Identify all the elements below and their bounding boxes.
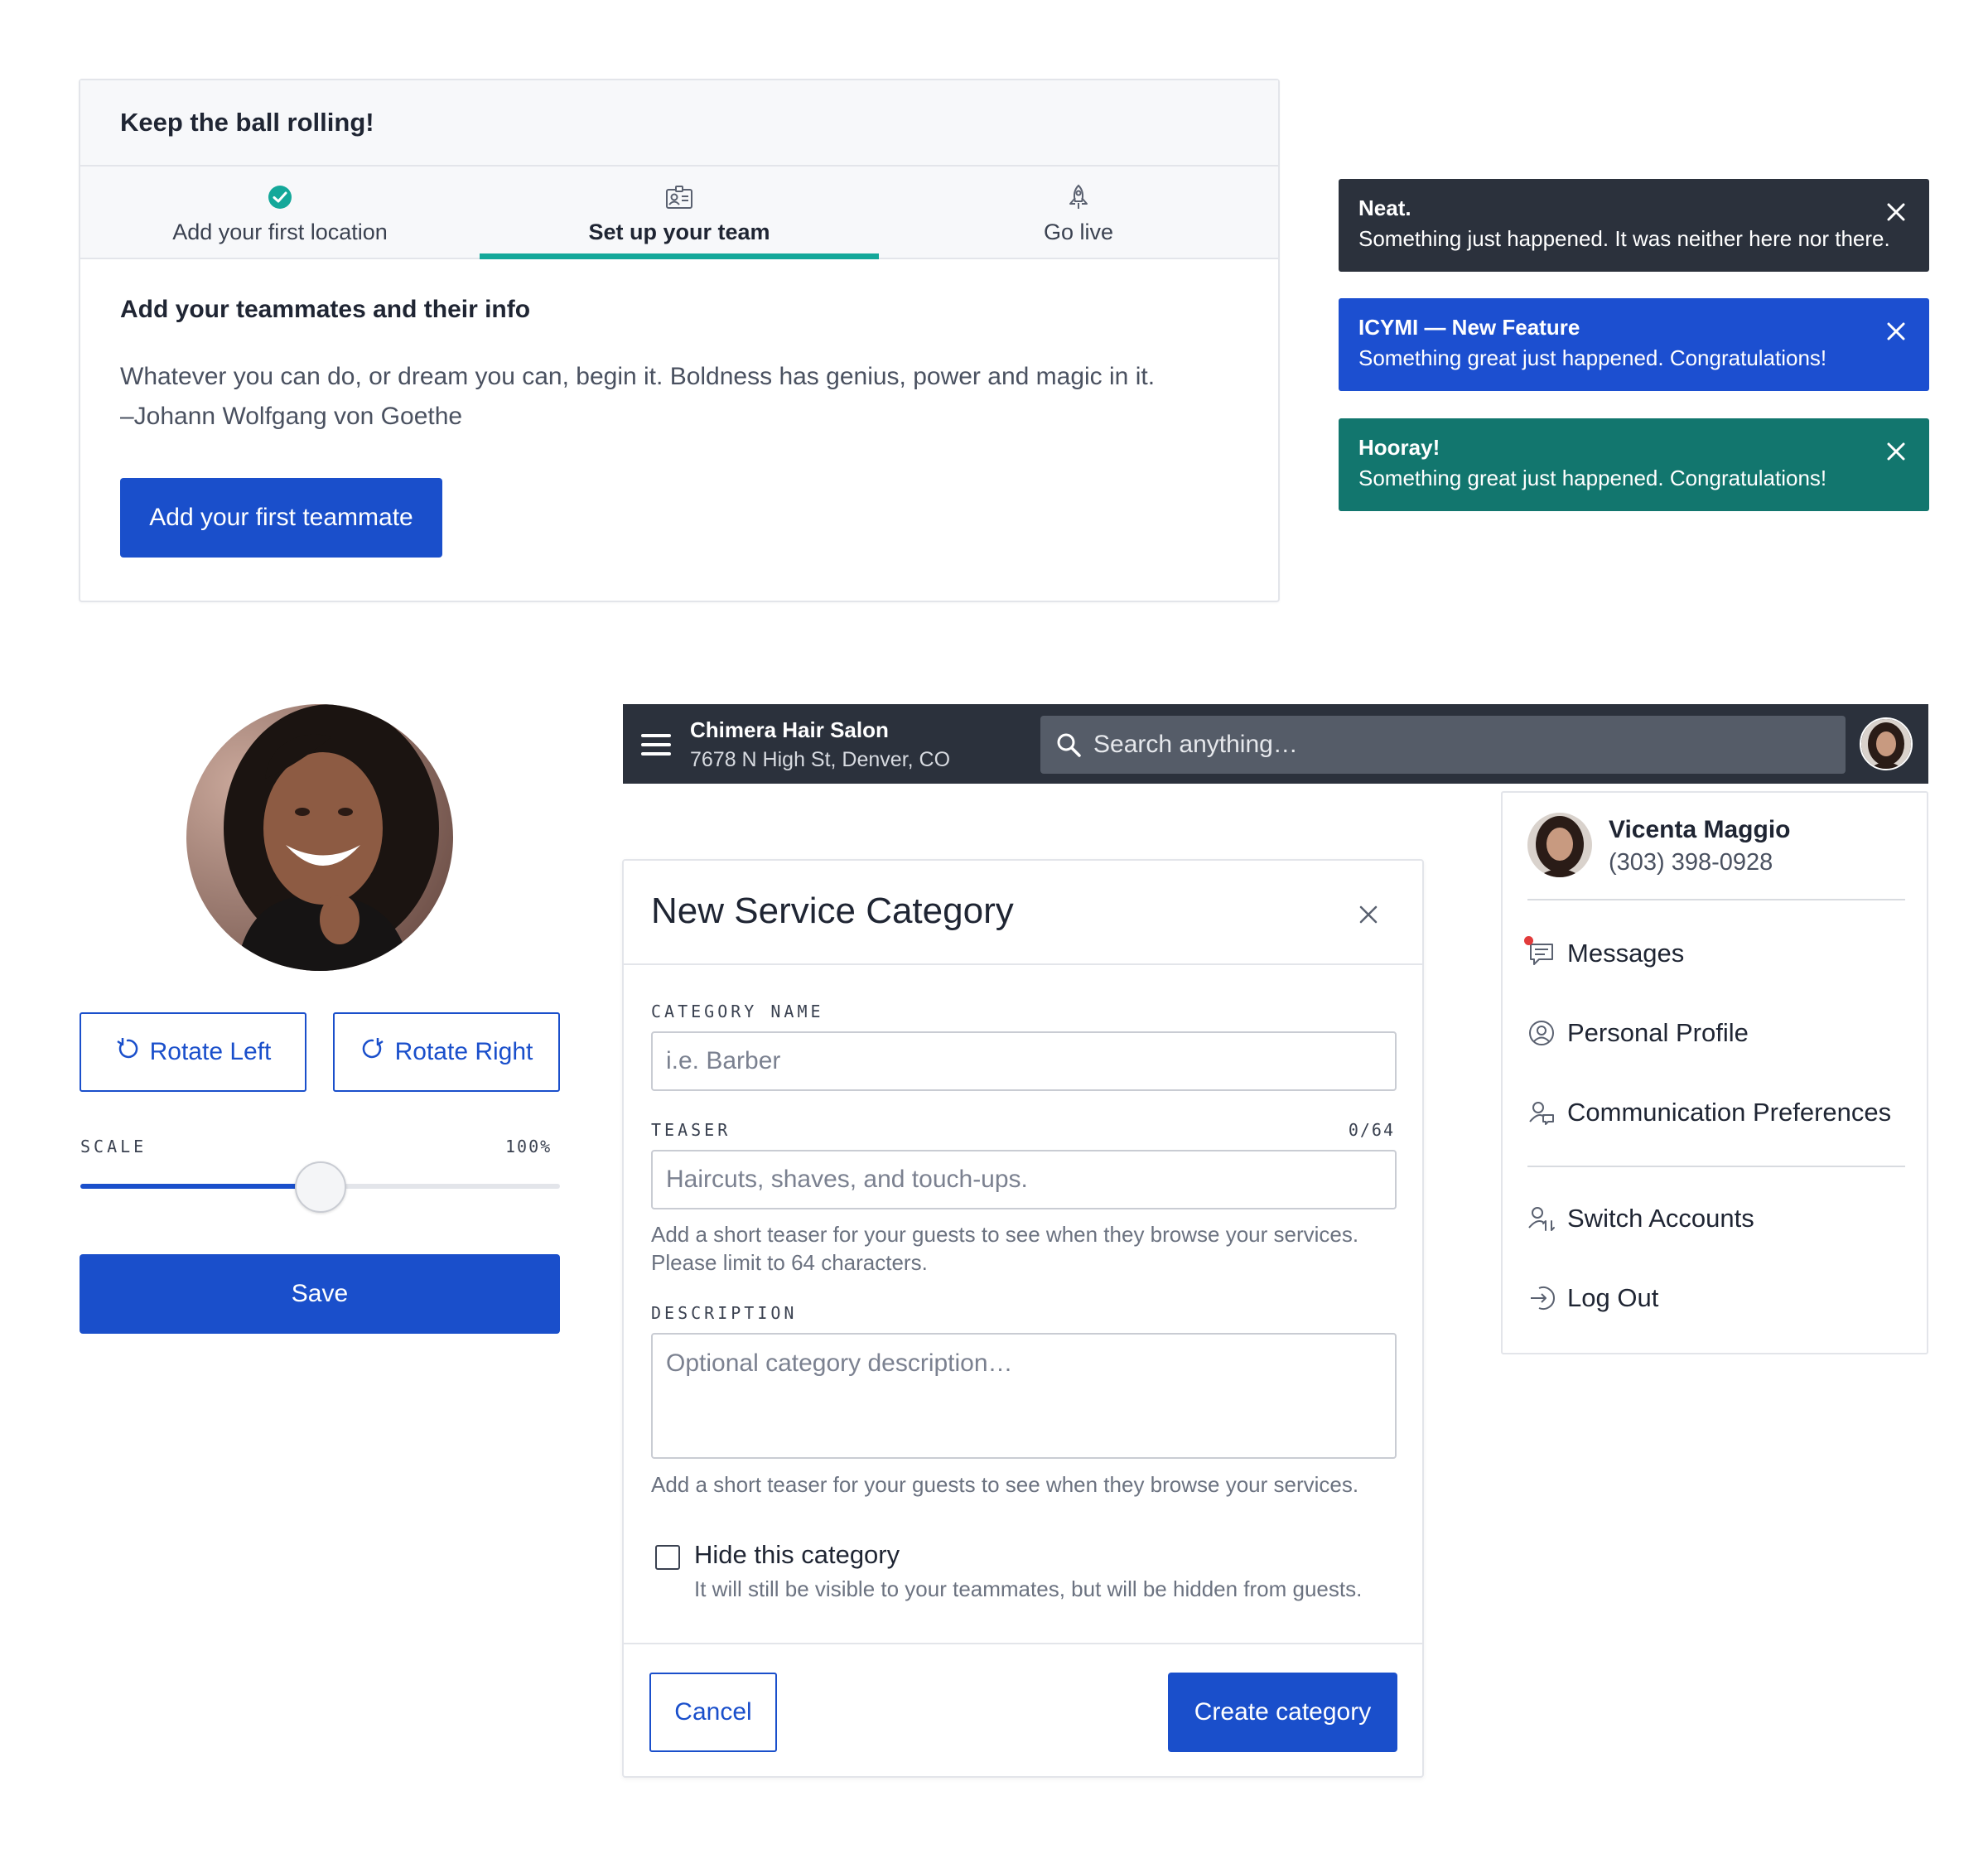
menu-item-label: Log Out: [1567, 1283, 1659, 1312]
toast-title: ICYMI — New Feature: [1358, 315, 1580, 340]
quote-text: Whatever you can do, or dream you can, b…: [120, 363, 1156, 390]
create-category-button[interactable]: Create category: [1168, 1673, 1397, 1752]
onboarding-title: Keep the ball rolling!: [80, 80, 1278, 167]
close-icon[interactable]: [1886, 202, 1908, 224]
step-label: Add your first location: [172, 220, 388, 244]
business-name[interactable]: Chimera Hair Salon: [690, 717, 889, 743]
close-icon[interactable]: [1359, 905, 1378, 924]
step-add-location[interactable]: Add your first location: [80, 167, 480, 258]
search-input[interactable]: Search anything…: [1040, 716, 1846, 774]
menu-item-log-out[interactable]: Log Out: [1527, 1283, 1658, 1313]
business-address: 7678 N High St, Denver, CO: [690, 748, 951, 771]
description-label: DESCRIPTION: [651, 1303, 798, 1323]
toast-title: Hooray!: [1358, 435, 1440, 460]
teaser-help-line-1: Add a short teaser for your guests to se…: [651, 1222, 1359, 1247]
onboarding-heading: Add your teammates and their info: [120, 296, 531, 323]
menu-item-personal-profile[interactable]: Personal Profile: [1527, 1018, 1749, 1048]
toast-neat: Neat. Something just happened. It was ne…: [1339, 179, 1929, 272]
menu-item-label: Messages: [1567, 939, 1685, 968]
account-dropdown-menu: Vicenta Maggio (303) 398-0928 Messages P…: [1501, 791, 1928, 1354]
menu-divider: [1527, 899, 1905, 900]
onboarding-steps: Add your first location Set up your team…: [80, 167, 1278, 259]
hamburger-menu-icon[interactable]: [641, 734, 671, 756]
toast-title: Neat.: [1358, 196, 1411, 220]
new-service-category-modal: New Service Category CATEGORY NAME i.e. …: [622, 859, 1424, 1778]
communication-icon: [1527, 1098, 1556, 1127]
search-placeholder: Search anything…: [1093, 731, 1298, 758]
category-name-placeholder: i.e. Barber: [666, 1047, 781, 1074]
hide-category-checkbox[interactable]: [655, 1545, 680, 1570]
toast-message: Something great just happened. Congratul…: [1358, 466, 1827, 490]
scale-slider-fill: [80, 1184, 321, 1189]
account-phone: (303) 398-0928: [1609, 849, 1773, 876]
rotate-right-icon: [360, 1036, 385, 1068]
menu-item-communication-preferences[interactable]: Communication Preferences: [1527, 1098, 1891, 1127]
description-textarea[interactable]: Optional category description…: [651, 1333, 1397, 1459]
logout-icon: [1527, 1284, 1556, 1312]
toast-hooray: Hooray! Something great just happened. C…: [1339, 418, 1929, 511]
hide-category-label[interactable]: Hide this category: [694, 1540, 900, 1570]
search-icon: [1055, 731, 1082, 758]
teaser-input[interactable]: Haircuts, shaves, and touch-ups.: [651, 1150, 1397, 1209]
modal-title: New Service Category: [651, 891, 1014, 931]
toast-icymi: ICYMI — New Feature Something great just…: [1339, 298, 1929, 391]
step-set-up-team[interactable]: Set up your team: [480, 167, 879, 259]
teaser-help-line-2: Please limit to 64 characters.: [651, 1250, 928, 1275]
close-icon[interactable]: [1886, 321, 1908, 343]
menu-item-messages[interactable]: Messages: [1524, 936, 1685, 968]
teaser-placeholder: Haircuts, shaves, and touch-ups.: [666, 1166, 1028, 1193]
scale-value: 100%: [505, 1137, 552, 1156]
cancel-button[interactable]: Cancel: [649, 1673, 777, 1752]
rocket-icon: [1064, 183, 1093, 211]
messages-icon: [1524, 936, 1556, 968]
step-label: Set up your team: [588, 220, 770, 244]
user-avatar[interactable]: [1860, 717, 1913, 770]
switch-accounts-icon: [1527, 1205, 1556, 1233]
avatar-photo[interactable]: [186, 704, 453, 971]
rotate-right-button[interactable]: Rotate Right: [333, 1012, 560, 1092]
id-card-icon: [665, 183, 693, 211]
account-name: Vicenta Maggio: [1609, 816, 1791, 843]
hide-category-help-text: It will still be visible to your teammat…: [694, 1576, 1363, 1601]
menu-item-label: Personal Profile: [1567, 1018, 1749, 1047]
scale-label: SCALE: [80, 1137, 147, 1156]
rotate-left-label: Rotate Left: [149, 1038, 272, 1065]
onboarding-quote: Whatever you can do, or dream you can, b…: [120, 357, 1197, 437]
account-avatar: [1527, 813, 1592, 877]
category-name-label: CATEGORY NAME: [651, 1002, 824, 1021]
menu-item-label: Communication Preferences: [1567, 1098, 1892, 1127]
step-label: Go live: [1043, 220, 1114, 244]
unread-badge: [1524, 936, 1533, 945]
profile-icon: [1527, 1019, 1556, 1047]
close-icon[interactable]: [1886, 442, 1908, 463]
menu-item-label: Switch Accounts: [1567, 1204, 1754, 1233]
rotate-left-icon: [115, 1036, 140, 1068]
teaser-char-count: 0/64: [1348, 1120, 1395, 1140]
step-go-live[interactable]: Go live: [879, 167, 1278, 258]
onboarding-card: Keep the ball rolling! Add your first lo…: [79, 79, 1280, 602]
menu-divider: [1527, 1166, 1905, 1167]
rotate-right-label: Rotate Right: [394, 1038, 533, 1065]
description-placeholder: Optional category description…: [666, 1349, 1013, 1377]
description-help-text: Add a short teaser for your guests to se…: [651, 1472, 1359, 1497]
toast-message: Something great just happened. Congratul…: [1358, 345, 1827, 370]
rotate-left-button[interactable]: Rotate Left: [80, 1012, 306, 1092]
category-name-input[interactable]: i.e. Barber: [651, 1031, 1397, 1091]
menu-item-switch-accounts[interactable]: Switch Accounts: [1527, 1204, 1754, 1233]
save-button[interactable]: Save: [80, 1254, 560, 1334]
teaser-label: TEASER: [651, 1120, 731, 1140]
scale-slider-handle[interactable]: [294, 1161, 346, 1213]
modal-footer-divider: [624, 1643, 1422, 1644]
toast-message: Something just happened. It was neither …: [1358, 226, 1890, 251]
quote-author: –Johann Wolfgang von Goethe: [120, 403, 463, 430]
add-first-teammate-button[interactable]: Add your first teammate: [120, 478, 442, 558]
check-circle-icon: [266, 183, 294, 211]
teaser-help-text: Add a short teaser for your guests to se…: [651, 1220, 1397, 1277]
